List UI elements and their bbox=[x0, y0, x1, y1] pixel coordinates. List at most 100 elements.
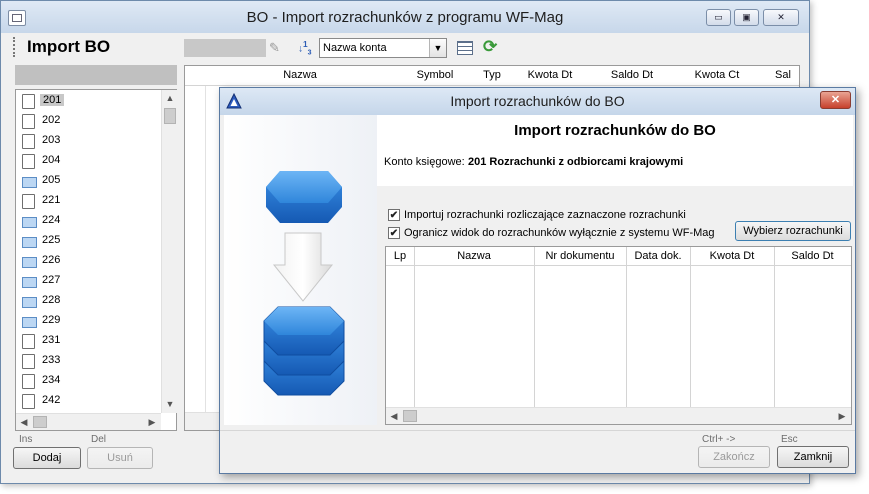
scroll-right-icon[interactable]: ▶ bbox=[834, 408, 850, 424]
grid-divider bbox=[774, 247, 775, 407]
finish-shortcut-label: Ctrl+ -> bbox=[702, 434, 736, 445]
tree-item[interactable]: 224 bbox=[20, 212, 158, 230]
account-label: Konto księgowe: bbox=[384, 156, 465, 168]
import-dialog: Import rozrachunków do BO ✕ Import rozra… bbox=[219, 87, 856, 474]
add-button[interactable]: Dodaj bbox=[13, 447, 81, 469]
dialog-close-button[interactable]: ✕ bbox=[820, 91, 851, 109]
tree-item[interactable]: 231 bbox=[20, 332, 158, 350]
table-icon[interactable] bbox=[457, 41, 473, 55]
folder-icon bbox=[22, 217, 37, 228]
folder-icon bbox=[22, 297, 37, 308]
column-header[interactable]: Nazwa bbox=[414, 250, 534, 262]
grid-divider bbox=[205, 86, 206, 412]
column-header[interactable]: Kwota Dt bbox=[690, 250, 774, 262]
remove-button[interactable]: Usuń bbox=[87, 447, 153, 469]
column-header[interactable]: Lp bbox=[386, 250, 414, 262]
tree-vertical-scrollbar[interactable]: ▲ ▼ bbox=[161, 90, 177, 413]
file-icon bbox=[22, 94, 35, 109]
tree-item[interactable]: 226 bbox=[20, 252, 158, 270]
close-shortcut-label: Esc bbox=[781, 434, 798, 445]
folder-icon bbox=[22, 237, 37, 248]
file-icon bbox=[22, 354, 35, 369]
scroll-left-icon[interactable]: ◀ bbox=[16, 414, 32, 430]
scroll-down-icon[interactable]: ▼ bbox=[162, 396, 178, 412]
limit-view-checkbox[interactable]: ✔ bbox=[388, 227, 400, 239]
column-header[interactable]: Sal bbox=[775, 69, 797, 81]
account-tree[interactable]: 201 202 203 204 205 221 224 225 226 227 228 229 231 2… bbox=[15, 89, 177, 431]
page-title: Import BO bbox=[27, 37, 111, 56]
tree-item-label: 242 bbox=[42, 394, 61, 406]
import-settling-checkbox-label[interactable]: Importuj rozrachunki rozliczające zaznac… bbox=[404, 209, 686, 221]
dialog-titlebar[interactable]: Import rozrachunków do BO ✕ bbox=[220, 88, 855, 115]
tree-item[interactable]: 203 bbox=[20, 132, 158, 150]
column-header[interactable]: Kwota Dt bbox=[515, 69, 585, 81]
column-header[interactable]: Saldo Dt bbox=[597, 69, 667, 81]
tree-item-label: 229 bbox=[42, 314, 61, 326]
file-icon bbox=[22, 154, 35, 169]
sort-select[interactable]: Nazwa konta ▼ bbox=[319, 38, 447, 58]
tree-item-label: 201 bbox=[40, 94, 65, 106]
tree-item[interactable]: 229 bbox=[20, 312, 158, 330]
scroll-left-icon[interactable]: ◀ bbox=[386, 408, 402, 424]
column-header[interactable]: Saldo Dt bbox=[774, 250, 851, 262]
tree-item[interactable]: 227 bbox=[20, 272, 158, 290]
column-header[interactable]: Nazwa bbox=[275, 69, 325, 81]
minimize-button[interactable]: ▭ bbox=[706, 9, 731, 26]
toolbar: Import BO ✎ ↓13 Nazwa konta ▼ ⟳ bbox=[1, 33, 809, 61]
main-titlebar[interactable]: BO - Import rozrachunków z programu WF-M… bbox=[1, 1, 809, 33]
chevron-down-icon[interactable]: ▼ bbox=[429, 39, 446, 57]
scroll-thumb[interactable] bbox=[33, 416, 47, 428]
tree-item-label: 228 bbox=[42, 294, 61, 306]
grid-divider bbox=[690, 247, 691, 407]
tree-item[interactable]: 228 bbox=[20, 292, 158, 310]
tree-item[interactable]: 233 bbox=[20, 352, 158, 370]
maximize-button[interactable]: ▣ bbox=[734, 9, 759, 26]
toolbar-grip[interactable] bbox=[13, 37, 16, 57]
tree-item-label: 225 bbox=[42, 234, 61, 246]
column-header[interactable]: Nr dokumentu bbox=[534, 250, 626, 262]
refresh-icon[interactable]: ⟳ bbox=[483, 37, 501, 57]
column-header[interactable]: Kwota Ct bbox=[682, 69, 752, 81]
tree-item[interactable]: 242 bbox=[20, 392, 158, 410]
database-icon bbox=[263, 171, 345, 396]
file-icon bbox=[22, 374, 35, 389]
main-window-title: BO - Import rozrachunków z programu WF-M… bbox=[246, 9, 564, 26]
grid-divider bbox=[414, 247, 415, 407]
scroll-thumb[interactable] bbox=[164, 108, 176, 124]
database-import-illustration bbox=[224, 115, 377, 425]
settlements-grid-horizontal-scrollbar[interactable]: ◀ ▶ bbox=[386, 407, 851, 424]
main-grid-header: Nazwa Symbol Typ Kwota Dt Saldo Dt Kwota… bbox=[185, 66, 799, 86]
file-icon bbox=[22, 134, 35, 149]
tree-header bbox=[15, 65, 177, 85]
scroll-up-icon[interactable]: ▲ bbox=[162, 90, 178, 106]
column-header[interactable]: Typ bbox=[480, 69, 504, 81]
file-icon bbox=[22, 194, 35, 209]
sort-icon[interactable]: ↓13 bbox=[298, 39, 316, 57]
scroll-thumb[interactable] bbox=[403, 410, 417, 422]
pencil-icon[interactable]: ✎ bbox=[269, 40, 283, 56]
column-header[interactable]: Symbol bbox=[410, 69, 460, 81]
tree-item[interactable]: 204 bbox=[20, 152, 158, 170]
import-settling-checkbox[interactable]: ✔ bbox=[388, 209, 400, 221]
close-dialog-button[interactable]: Zamknij bbox=[777, 446, 849, 468]
tree-item[interactable]: 201 bbox=[20, 92, 158, 110]
settlements-grid[interactable]: Lp Nazwa Nr dokumentu Data dok. Kwota Dt… bbox=[385, 246, 852, 425]
tree-horizontal-scrollbar[interactable]: ◀ ▶ bbox=[16, 413, 161, 430]
dialog-heading: Import rozrachunków do BO bbox=[514, 122, 716, 139]
tree-item[interactable]: 202 bbox=[20, 112, 158, 130]
select-settlements-button[interactable]: Wybierz rozrachunki bbox=[735, 221, 851, 241]
scroll-right-icon[interactable]: ▶ bbox=[144, 414, 160, 430]
tree-item[interactable]: 234 bbox=[20, 372, 158, 390]
toolbar-field[interactable] bbox=[184, 39, 266, 57]
tree-item[interactable]: 221 bbox=[20, 192, 158, 210]
tree-item[interactable]: 225 bbox=[20, 232, 158, 250]
folder-icon bbox=[22, 317, 37, 328]
tree-item-label: 227 bbox=[42, 274, 61, 286]
file-icon bbox=[22, 114, 35, 129]
close-button[interactable]: ✕ bbox=[763, 9, 799, 26]
limit-view-checkbox-label[interactable]: Ogranicz widok do rozrachunków wyłącznie… bbox=[404, 227, 715, 239]
column-header[interactable]: Data dok. bbox=[626, 250, 690, 262]
grid-divider bbox=[626, 247, 627, 407]
tree-item[interactable]: 205 bbox=[20, 172, 158, 190]
finish-button[interactable]: Zakończ bbox=[698, 446, 770, 468]
